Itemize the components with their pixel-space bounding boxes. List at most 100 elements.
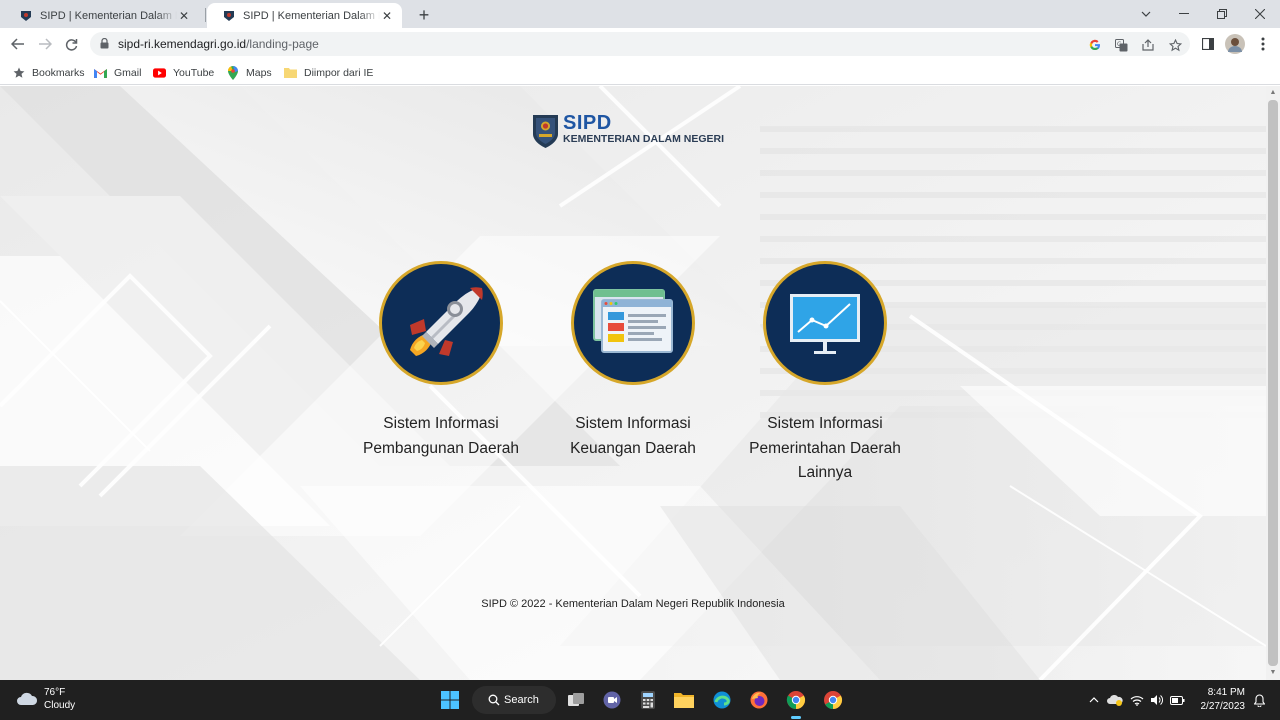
bookmark-label: YouTube [173,66,215,79]
sipd-favicon [21,10,31,21]
card-keuangan-daerah[interactable]: Sistem Informasi Keuangan Daerah [533,261,733,461]
url-text[interactable]: sipd-ri.kemendagri.go.id/landing-page [118,37,319,51]
clock-date: 2/27/2023 [1200,701,1246,712]
star-icon [12,66,25,79]
folder-icon [284,66,297,79]
sipd-logo[interactable]: SIPD KEMENTERIAN DALAM NEGERI [532,113,724,149]
scrollbar-thumb[interactable] [1268,100,1278,666]
card-label[interactable]: Sistem Informasi Keuangan Daerah [533,412,733,461]
card-icon-circle[interactable] [571,261,695,385]
scroll-down-arrow-icon[interactable]: ▼ [1269,669,1277,677]
bookmark-star-icon[interactable] [1167,37,1183,53]
card-label[interactable]: Sistem Informasi Pembangunan Daerah [341,412,541,461]
lock-icon[interactable] [100,38,109,49]
maps-icon [226,65,239,80]
card-label-line: Sistem Informasi [383,415,499,432]
side-panel-icon[interactable] [1197,33,1219,55]
card-label-line: Sistem Informasi [575,415,691,432]
landing-page: SIPD KEMENTERIAN DALAM NEGERI Sistem Inf… [0,86,1266,680]
tab-divider [205,8,206,22]
card-label-line: Sistem Informasi [767,415,883,432]
rocket-icon [410,287,483,356]
kemendagri-emblem-icon [533,115,558,148]
cloud-icon [17,692,38,705]
active-app-indicator [791,716,801,719]
bookmark-maps[interactable]: Maps [226,64,272,81]
chrome-menu-icon[interactable] [1252,33,1274,55]
forward-arrow-icon[interactable] [34,33,56,55]
browser-windows-icon [593,289,673,353]
weather-widget[interactable]: 76°F Cloudy [16,686,75,712]
card-pembangunan-daerah[interactable]: Sistem Informasi Pembangunan Daerah [341,261,541,461]
browser-tab-1[interactable]: SIPD | Kementerian Dalam Negeri ✕ [4,3,199,28]
bookmark-bookmarks[interactable]: Bookmarks [12,64,85,81]
logo-subtitle: KEMENTERIAN DALAM NEGERI [563,133,725,145]
bookmark-label: Diimpor dari IE [304,66,374,79]
card-icon-circle[interactable] [379,261,503,385]
card-label-line: Keuangan Daerah [570,439,696,457]
logo-title: SIPD [563,112,612,134]
monitor-chart-icon [790,294,860,354]
bookmark-label: Gmail [114,66,142,79]
clock-time: 8:41 PM [1207,687,1245,698]
windows-start-icon[interactable] [436,686,464,714]
tray-overflow-chevron-icon[interactable] [1086,692,1102,708]
browser-tab-2[interactable]: SIPD | Kementerian Dalam Negeri ✕ [207,3,402,28]
page-footer: SIPD © 2022 - Kementerian Dalam Negeri R… [481,598,785,610]
close-window-button[interactable] [1242,0,1278,28]
taskbar-search[interactable]: Search [472,686,556,714]
sipd-favicon [224,10,234,21]
search-icon [488,694,500,706]
wifi-icon[interactable] [1129,692,1145,708]
windows-taskbar: 76°F Cloudy Search 8:41 PM 2/27/2023 [0,680,1280,720]
url-path: /landing-page [246,37,319,51]
profile-avatar[interactable] [1224,33,1246,55]
card-label-line: Lainnya [797,464,853,481]
translate-icon[interactable]: G [1113,37,1129,53]
tab-title: SIPD | Kementerian Dalam Negeri [40,9,177,22]
tab-close-icon[interactable]: ✕ [177,9,191,23]
file-explorer-icon[interactable] [670,686,698,714]
notification-bell-icon[interactable] [1251,692,1267,708]
task-view-icon[interactable] [562,686,590,714]
chrome-active-icon[interactable] [782,686,810,719]
calculator-icon[interactable] [634,686,662,714]
onedrive-icon[interactable] [1107,692,1123,708]
page-scrollbar[interactable]: ▲ ▼ [1266,86,1280,680]
minimize-button[interactable] [1166,0,1202,28]
teams-chat-icon[interactable] [598,686,626,714]
bookmark-label: Maps [246,66,272,79]
bookmark-folder-ie[interactable]: Diimpor dari IE [284,64,373,81]
search-label: Search [504,694,539,706]
bookmark-youtube[interactable]: YouTube [153,64,214,81]
gmail-icon [94,66,107,79]
weather-desc: Cloudy [44,700,76,711]
back-arrow-icon[interactable] [7,33,29,55]
edge-browser-icon[interactable] [708,686,736,714]
google-icon[interactable] [1087,37,1103,53]
youtube-icon [153,66,166,79]
share-icon[interactable] [1140,37,1156,53]
tab-search-chevron-icon[interactable] [1128,0,1164,28]
tab-close-icon[interactable]: ✕ [380,9,394,23]
volume-icon[interactable] [1149,692,1165,708]
tab-title: SIPD | Kementerian Dalam Negeri [243,9,380,22]
url-host: sipd-ri.kemendagri.go.id [118,37,247,51]
chrome-profile-icon[interactable] [819,686,847,714]
restore-button[interactable] [1204,0,1240,28]
bookmark-gmail[interactable]: Gmail [94,64,141,81]
weather-temp: 76°F [44,687,66,698]
scroll-up-arrow-icon[interactable]: ▲ [1269,89,1277,97]
svg-text:G: G [1117,41,1122,48]
taskbar-clock[interactable]: 8:41 PM 2/27/2023 [1195,686,1246,714]
firefox-icon[interactable] [745,686,773,714]
browser-tab-strip: SIPD | Kementerian Dalam Negeri ✕ SIPD |… [0,0,1280,28]
card-pemerintahan-daerah-lainnya[interactable]: Sistem Informasi Pemerintahan Daerah Lai… [725,261,925,486]
card-label[interactable]: Sistem Informasi Pemerintahan Daerah Lai… [725,412,925,486]
reload-icon[interactable] [60,33,82,55]
bookmark-label: Bookmarks [32,66,85,79]
new-tab-button[interactable]: + [414,5,434,25]
battery-icon[interactable] [1169,692,1185,708]
card-icon-circle[interactable] [763,261,887,385]
address-bar[interactable]: sipd-ri.kemendagri.go.id/landing-page G [90,32,1190,56]
